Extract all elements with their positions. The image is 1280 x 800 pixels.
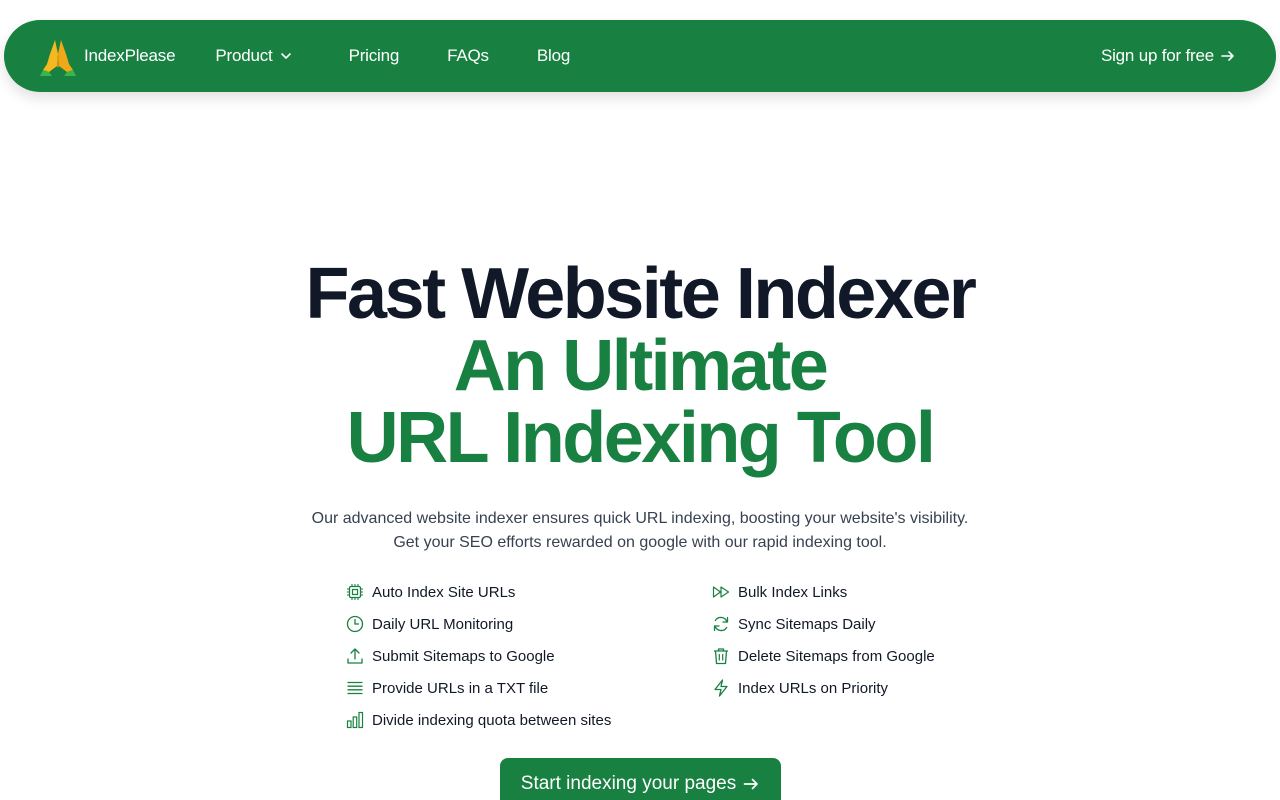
feature-label: Divide indexing quota between sites — [372, 711, 612, 729]
nav-product-dropdown[interactable]: Product — [215, 46, 292, 66]
signup-label: Sign up for free — [1100, 46, 1214, 65]
signup-button[interactable]: Sign up for free — [1101, 46, 1236, 66]
arrow-right-icon — [743, 778, 759, 790]
brand-name: IndexPlease — [84, 46, 176, 65]
hero-title-line-2: An Ultimate — [453, 326, 829, 406]
feature-label: Provide URLs in a TXT file — [372, 679, 549, 697]
hero-heading: Fast Website Indexer An Ultimate URL Ind… — [0, 258, 1280, 474]
clock-icon — [346, 615, 364, 633]
feature-label: Auto Index Site URLs — [372, 583, 516, 601]
hero-subtitle-line-2: Get your SEO efforts rewarded on google … — [393, 534, 887, 551]
chip-icon — [347, 584, 363, 600]
start-indexing-button[interactable]: Start indexing your pages — [500, 758, 781, 800]
fast-forward-icon — [712, 586, 730, 598]
chevron-down-icon — [280, 53, 291, 59]
feature-item: Daily URL Monitoring — [346, 612, 513, 636]
feature-item: Provide URLs in a TXT file — [346, 676, 548, 700]
feature-item: Bulk Index Links — [712, 580, 847, 604]
feature-item: Submit Sitemaps to Google — [346, 644, 555, 668]
hero-title-line-3: URL Indexing Tool — [346, 398, 936, 478]
hero-subtitle-line-1: Our advanced website indexer ensures qui… — [311, 510, 969, 527]
feature-item: Delete Sitemaps from Google — [712, 644, 935, 668]
start-indexing-label: Start indexing your pages — [520, 773, 737, 794]
feature-item: Sync Sitemaps Daily — [712, 612, 876, 636]
nav-faqs-link[interactable]: FAQs — [447, 46, 489, 66]
lightning-icon — [714, 679, 728, 697]
bar-chart-icon — [346, 711, 364, 729]
page: IndexPlease Product Pricing FAQs Blog Si… — [0, 0, 1280, 800]
feature-label: Submit Sitemaps to Google — [372, 647, 555, 665]
feature-label: Index URLs on Priority — [738, 679, 889, 697]
hero-title-line-1: Fast Website Indexer — [305, 254, 977, 334]
nav-product-label: Product — [215, 46, 273, 65]
list-icon — [347, 681, 363, 695]
nav-pricing-link[interactable]: Pricing — [349, 46, 400, 66]
praying-hands-logo-icon — [40, 40, 76, 76]
trash-icon — [714, 648, 728, 665]
arrow-right-icon — [1221, 51, 1234, 61]
nav-blog-label: Blog — [536, 46, 571, 65]
feature-label: Daily URL Monitoring — [372, 615, 514, 633]
feature-label: Sync Sitemaps Daily — [738, 615, 876, 633]
nav-links: Product Pricing FAQs Blog — [215, 46, 570, 66]
brand-link[interactable]: IndexPlease — [38, 36, 176, 76]
feature-label: Delete Sitemaps from Google — [738, 647, 935, 665]
upload-icon — [347, 648, 363, 664]
feature-label: Bulk Index Links — [738, 583, 848, 601]
nav-faqs-label: FAQs — [447, 46, 489, 65]
feature-item: Auto Index Site URLs — [346, 580, 515, 604]
feature-item: Index URLs on Priority — [712, 676, 888, 700]
hero-subtitle: Our advanced website indexer ensures qui… — [0, 507, 1280, 555]
nav-blog-link[interactable]: Blog — [537, 46, 570, 66]
refresh-icon — [713, 616, 729, 632]
top-navbar: IndexPlease Product Pricing FAQs Blog Si… — [4, 20, 1276, 92]
feature-item: Divide indexing quota between sites — [346, 708, 611, 732]
nav-pricing-label: Pricing — [348, 46, 400, 65]
